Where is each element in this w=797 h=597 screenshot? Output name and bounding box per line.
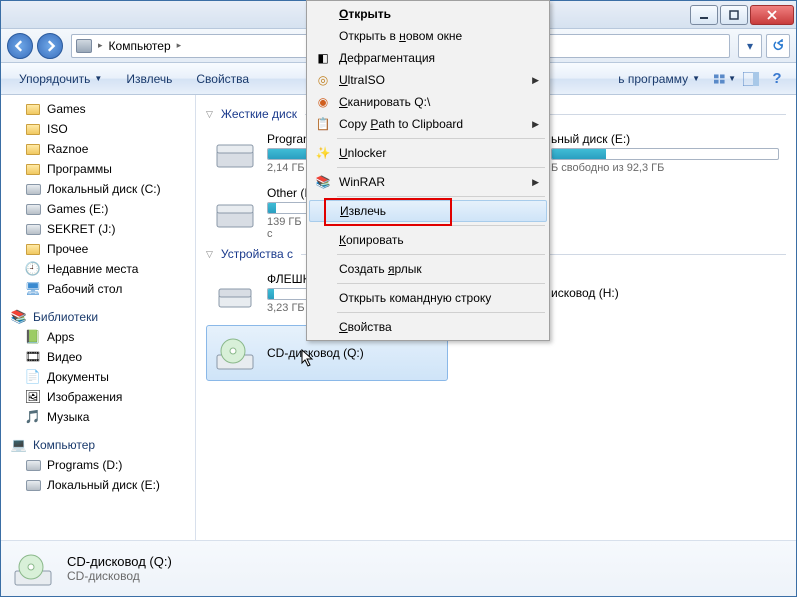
organize-menu[interactable]: Упорядочить▼ <box>9 68 112 90</box>
drive-tile[interactable]: исковод (H:) <box>544 265 786 321</box>
nav-back-button[interactable] <box>7 33 33 59</box>
sidebar-item-raznoe[interactable]: Raznoe <box>1 139 195 159</box>
view-options-button[interactable]: ▼ <box>714 68 736 90</box>
history-dropdown-button[interactable]: ▾ <box>738 34 762 58</box>
refresh-button[interactable] <box>766 34 790 58</box>
sidebar-item-games-e[interactable]: Games (E:) <box>1 199 195 219</box>
breadcrumb-location[interactable]: Компьютер <box>109 39 171 53</box>
chevron-right-icon: ▶ <box>532 75 539 86</box>
sidebar-item-documents[interactable]: 📄Документы <box>1 367 195 387</box>
drive-tile[interactable]: ФЛЕШК3,23 ГБ <box>206 265 316 321</box>
hdd-icon <box>213 131 257 175</box>
details-pane: CD-дисковод (Q:) CD-дисковод <box>1 540 796 596</box>
sidebar-item-desktop[interactable]: 🖥Рабочий стол <box>1 279 195 299</box>
sidebar-item-pictures[interactable]: 🖼Изображения <box>1 387 195 407</box>
context-menu[interactable]: Открыть Открыть в новом окне ◧Дефрагмент… <box>306 0 550 341</box>
clipboard-icon: 📋 <box>315 116 331 132</box>
separator <box>337 196 545 197</box>
cm-create-shortcut[interactable]: Создать ярлык <box>309 258 547 280</box>
sidebar-item-sekret[interactable]: SEKRET (J:) <box>1 219 195 239</box>
separator <box>337 312 545 313</box>
sidebar-libraries-header[interactable]: 📚Библиотеки <box>1 307 195 327</box>
properties-button[interactable]: Свойства <box>186 68 259 90</box>
cm-properties[interactable]: Свойства <box>309 316 547 338</box>
chevron-right-icon: ▸ <box>98 40 103 51</box>
separator <box>337 225 545 226</box>
drive-tile[interactable]: Program2,14 ГБ <box>206 125 316 181</box>
sidebar-item-iso[interactable]: ISO <box>1 119 195 139</box>
defrag-icon: ◧ <box>315 50 331 66</box>
close-button[interactable] <box>750 5 794 25</box>
sidebar-item-local-e[interactable]: Локальный диск (E:) <box>1 475 195 495</box>
cm-eject[interactable]: Извлечь <box>309 200 547 222</box>
sidebar-item-local-c[interactable]: Локальный диск (C:) <box>1 179 195 199</box>
sidebar-item-recent[interactable]: 🕘Недавние места <box>1 259 195 279</box>
drive-tile[interactable]: ьный диск (E:)Б свободно из 92,3 ГБ <box>544 125 786 181</box>
cm-scan[interactable]: ◉Сканировать Q:\ <box>309 91 547 113</box>
sidebar-item-programs[interactable]: Программы <box>1 159 195 179</box>
separator <box>337 283 545 284</box>
cd-drive-icon <box>11 547 55 591</box>
sidebar-item-games[interactable]: Games <box>1 99 195 119</box>
drive-tile[interactable]: Other (I139 ГБ с <box>206 185 316 241</box>
cm-copy-path[interactable]: 📋Copy Path to Clipboard▶ <box>309 113 547 135</box>
minimize-button[interactable] <box>690 5 718 25</box>
sidebar-computer-header[interactable]: 💻Компьютер <box>1 435 195 455</box>
cm-winrar[interactable]: 📚WinRAR▶ <box>309 171 547 193</box>
cd-drive-icon <box>213 331 257 375</box>
sidebar-item-music[interactable]: 🎵Музыка <box>1 407 195 427</box>
sidebar-item-programs-d[interactable]: Programs (D:) <box>1 455 195 475</box>
scan-icon: ◉ <box>315 94 331 110</box>
sidebar-item-other[interactable]: Прочее <box>1 239 195 259</box>
cm-defrag[interactable]: ◧Дефрагментация <box>309 47 547 69</box>
separator <box>337 254 545 255</box>
chevron-right-icon: ▶ <box>532 119 539 130</box>
eject-button[interactable]: Извлечь <box>116 68 182 90</box>
cm-copy[interactable]: Копировать <box>309 229 547 251</box>
winrar-icon: 📚 <box>315 174 331 190</box>
separator <box>337 138 545 139</box>
nav-forward-button[interactable] <box>37 33 63 59</box>
cm-unlocker[interactable]: ✨Unlocker <box>309 142 547 164</box>
unlocker-icon: ✨ <box>315 145 331 161</box>
sidebar-item-apps[interactable]: 📗Apps <box>1 327 195 347</box>
navigation-pane[interactable]: Games ISO Raznoe Программы Локальный дис… <box>1 95 196 540</box>
separator <box>337 167 545 168</box>
chevron-right-icon: ▶ <box>532 177 539 188</box>
chevron-down-icon: ▽ <box>206 109 213 120</box>
preview-pane-button[interactable] <box>740 68 762 90</box>
program-menu[interactable]: ь программу▼ <box>608 68 710 90</box>
hdd-icon <box>213 191 257 235</box>
computer-icon <box>76 39 92 53</box>
cm-open-cmd[interactable]: Открыть командную строку <box>309 287 547 309</box>
usb-drive-icon <box>213 271 257 315</box>
maximize-button[interactable] <box>720 5 748 25</box>
chevron-down-icon: ▽ <box>206 249 213 260</box>
sidebar-item-video[interactable]: 🎞Видео <box>1 347 195 367</box>
ultraiso-icon: ◎ <box>315 72 331 88</box>
cm-open-new-window[interactable]: Открыть в новом окне <box>309 25 547 47</box>
details-subtitle: CD-дисковод <box>67 569 172 583</box>
cm-ultraiso[interactable]: ◎UltraISO▶ <box>309 69 547 91</box>
chevron-right-icon: ▸ <box>177 40 182 51</box>
help-button[interactable]: ? <box>766 68 788 90</box>
details-title: CD-дисковод (Q:) <box>67 554 172 569</box>
cm-open[interactable]: Открыть <box>309 3 547 25</box>
